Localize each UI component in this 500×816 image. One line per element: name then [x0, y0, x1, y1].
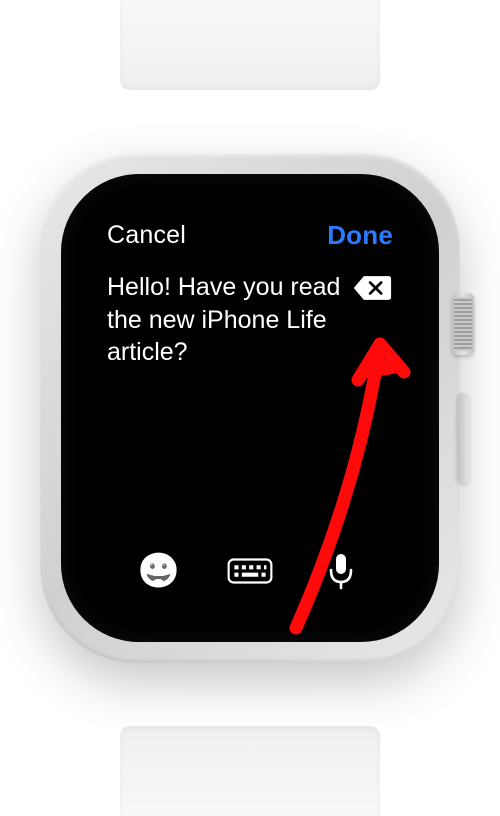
backspace-button[interactable] [351, 273, 393, 303]
watch-screen: Cancel Done Hello! Have you read the new… [85, 198, 415, 618]
keyboard-icon [227, 553, 273, 589]
mic-icon [327, 552, 355, 590]
emoji-icon: 😀 [137, 554, 179, 588]
side-button[interactable] [457, 393, 469, 483]
watch-band-bottom [120, 726, 380, 816]
message-textarea[interactable]: Hello! Have you read the new iPhone Life… [107, 271, 343, 369]
watch-band-top [120, 0, 380, 90]
input-toolbar: 😀 [107, 548, 393, 600]
backspace-icon [352, 274, 392, 302]
keyboard-button[interactable] [227, 548, 273, 594]
emoji-button[interactable]: 😀 [136, 548, 182, 594]
dictate-button[interactable] [318, 548, 364, 594]
watch-case: Cancel Done Hello! Have you read the new… [40, 153, 460, 663]
digital-crown[interactable] [452, 293, 474, 355]
done-button[interactable]: Done [327, 220, 393, 251]
cancel-button[interactable]: Cancel [107, 221, 186, 250]
message-row: Hello! Have you read the new iPhone Life… [107, 271, 393, 369]
screen-bezel: Cancel Done Hello! Have you read the new… [61, 174, 439, 642]
header-bar: Cancel Done [107, 220, 393, 251]
